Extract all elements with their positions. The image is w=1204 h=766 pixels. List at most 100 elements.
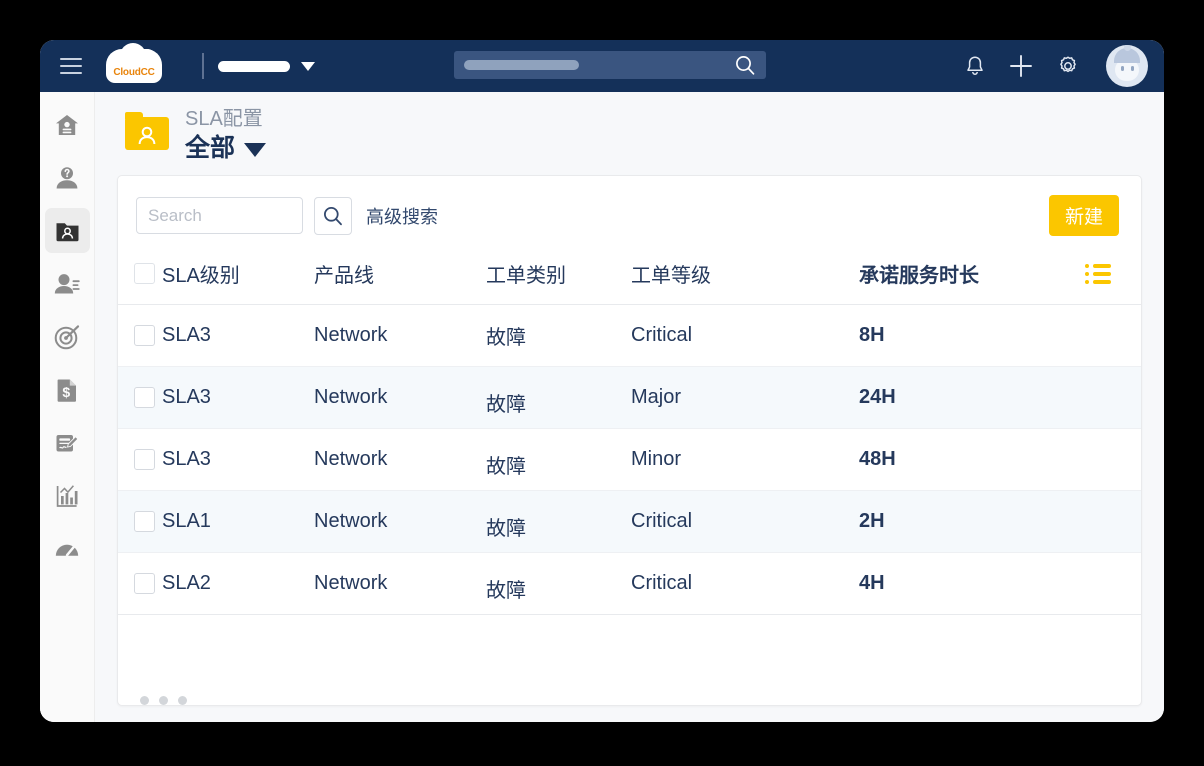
gear-icon[interactable] xyxy=(1056,54,1080,78)
cell-case-level: Critical xyxy=(631,305,859,367)
cell-sla-level: SLA3 xyxy=(162,367,314,429)
cell-product-line: Network xyxy=(314,553,486,615)
person-question-icon xyxy=(53,164,81,192)
list-table-wrapper: SLA级别 产品线 工单类别 工单等级 承诺服务时长 xyxy=(118,255,1141,677)
app-body: $ xyxy=(40,92,1164,722)
avatar[interactable] xyxy=(1106,45,1148,87)
page-header: SLA配置 全部 xyxy=(117,92,1142,175)
table-row[interactable]: SLA3 Network 故障 Minor 48H xyxy=(118,429,1141,491)
cell-case-type: 故障 xyxy=(486,367,631,429)
table-body: SLA3 Network 故障 Critical 8H xyxy=(118,305,1141,615)
sidebar-item-sla-config[interactable] xyxy=(45,208,90,253)
new-button[interactable]: 新建 xyxy=(1049,195,1119,236)
folder-person-icon xyxy=(125,112,169,150)
sla-config-table: SLA级别 产品线 工单类别 工单等级 承诺服务时长 xyxy=(118,255,1141,615)
cell-service-time: 48H xyxy=(859,429,1085,491)
cell-sla-level: SLA3 xyxy=(162,429,314,491)
sidebar-item-help[interactable] xyxy=(45,155,90,200)
cell-product-line: Network xyxy=(314,305,486,367)
row-select-cell xyxy=(118,305,162,367)
list-card: 高级搜索 新建 xyxy=(117,175,1142,706)
chevron-down-icon xyxy=(301,62,315,71)
main-content: SLA配置 全部 高级搜索 xyxy=(95,92,1164,722)
bar-chart-icon xyxy=(53,482,81,510)
page-header-text: SLA配置 全部 xyxy=(185,106,266,163)
list-toolbar: 高级搜索 新建 xyxy=(118,176,1141,255)
column-header-case-level[interactable]: 工单等级 xyxy=(631,255,859,305)
top-navigation-bar: CloudCC xyxy=(40,40,1164,92)
row-select-cell xyxy=(118,367,162,429)
gauge-icon xyxy=(53,535,81,563)
left-sidebar: $ xyxy=(40,92,95,722)
column-header-product-line[interactable]: 产品线 xyxy=(314,255,486,305)
home-person-icon xyxy=(53,111,81,139)
row-checkbox[interactable] xyxy=(134,511,155,532)
topbar-actions xyxy=(964,45,1148,87)
search-icon xyxy=(734,54,756,76)
table-row[interactable]: SLA3 Network 故障 Major 24H xyxy=(118,367,1141,429)
dollar-document-icon: $ xyxy=(53,376,81,404)
cell-service-time: 2H xyxy=(859,491,1085,553)
cell-case-level: Minor xyxy=(631,429,859,491)
cell-case-type: 故障 xyxy=(486,429,631,491)
pagination xyxy=(118,677,1141,705)
pagination-dot[interactable] xyxy=(140,696,149,705)
app-window: CloudCC xyxy=(40,40,1164,722)
sidebar-item-dashboard[interactable] xyxy=(45,526,90,571)
cell-row-actions xyxy=(1085,305,1141,367)
cell-case-type: 故障 xyxy=(486,491,631,553)
sidebar-item-contracts[interactable] xyxy=(45,420,90,465)
org-selector-value xyxy=(218,61,290,72)
svg-text:$: $ xyxy=(62,384,70,400)
plus-icon[interactable] xyxy=(1008,53,1034,79)
cell-sla-level: SLA3 xyxy=(162,305,314,367)
cell-row-actions xyxy=(1085,429,1141,491)
person-lines-icon xyxy=(53,270,81,298)
avatar-eye xyxy=(1121,66,1124,71)
table-header: SLA级别 产品线 工单类别 工单等级 承诺服务时长 xyxy=(118,255,1141,305)
logo-text: CloudCC xyxy=(106,67,162,78)
folder-person-icon xyxy=(54,217,81,244)
cell-sla-level: SLA2 xyxy=(162,553,314,615)
cell-case-type: 故障 xyxy=(486,305,631,367)
cell-case-level: Critical xyxy=(631,491,859,553)
sidebar-item-targets[interactable] xyxy=(45,314,90,359)
advanced-search-link[interactable]: 高级搜索 xyxy=(366,203,438,229)
sidebar-item-contacts[interactable] xyxy=(45,261,90,306)
cell-service-time: 24H xyxy=(859,367,1085,429)
select-all-cell xyxy=(118,255,162,305)
folder-person-glyph xyxy=(125,112,169,150)
row-checkbox[interactable] xyxy=(134,387,155,408)
table-row[interactable]: SLA2 Network 故障 Critical 4H xyxy=(118,553,1141,615)
pagination-dot[interactable] xyxy=(178,696,187,705)
search-icon xyxy=(322,205,344,227)
column-header-service-time[interactable]: 承诺服务时长 xyxy=(859,255,1085,305)
org-selector[interactable] xyxy=(218,61,315,72)
column-header-sla-level[interactable]: SLA级别 xyxy=(162,255,314,305)
hamburger-menu-icon[interactable] xyxy=(60,58,82,74)
chevron-down-icon xyxy=(244,143,266,157)
target-icon xyxy=(53,323,81,351)
bell-icon[interactable] xyxy=(964,54,986,78)
table-header-row: SLA级别 产品线 工单类别 工单等级 承诺服务时长 xyxy=(118,255,1141,305)
search-button[interactable] xyxy=(314,197,352,235)
global-search-input[interactable] xyxy=(454,51,766,79)
column-header-case-type[interactable]: 工单类别 xyxy=(486,255,631,305)
sidebar-item-home[interactable] xyxy=(45,102,90,147)
sidebar-item-quotes[interactable]: $ xyxy=(45,367,90,412)
table-row[interactable]: SLA3 Network 故障 Critical 8H xyxy=(118,305,1141,367)
list-settings-icon[interactable] xyxy=(1085,264,1111,284)
row-checkbox[interactable] xyxy=(134,325,155,346)
cell-sla-level: SLA1 xyxy=(162,491,314,553)
cloudcc-logo[interactable]: CloudCC xyxy=(106,49,162,83)
pagination-dot[interactable] xyxy=(159,696,168,705)
view-selector[interactable]: 全部 xyxy=(185,133,266,163)
sidebar-item-reports[interactable] xyxy=(45,473,90,518)
search-input[interactable] xyxy=(136,197,303,234)
document-edit-icon xyxy=(53,429,81,457)
row-checkbox[interactable] xyxy=(134,573,155,594)
row-checkbox[interactable] xyxy=(134,449,155,470)
table-row[interactable]: SLA1 Network 故障 Critical 2H xyxy=(118,491,1141,553)
cell-row-actions xyxy=(1085,367,1141,429)
select-all-checkbox[interactable] xyxy=(134,263,155,284)
